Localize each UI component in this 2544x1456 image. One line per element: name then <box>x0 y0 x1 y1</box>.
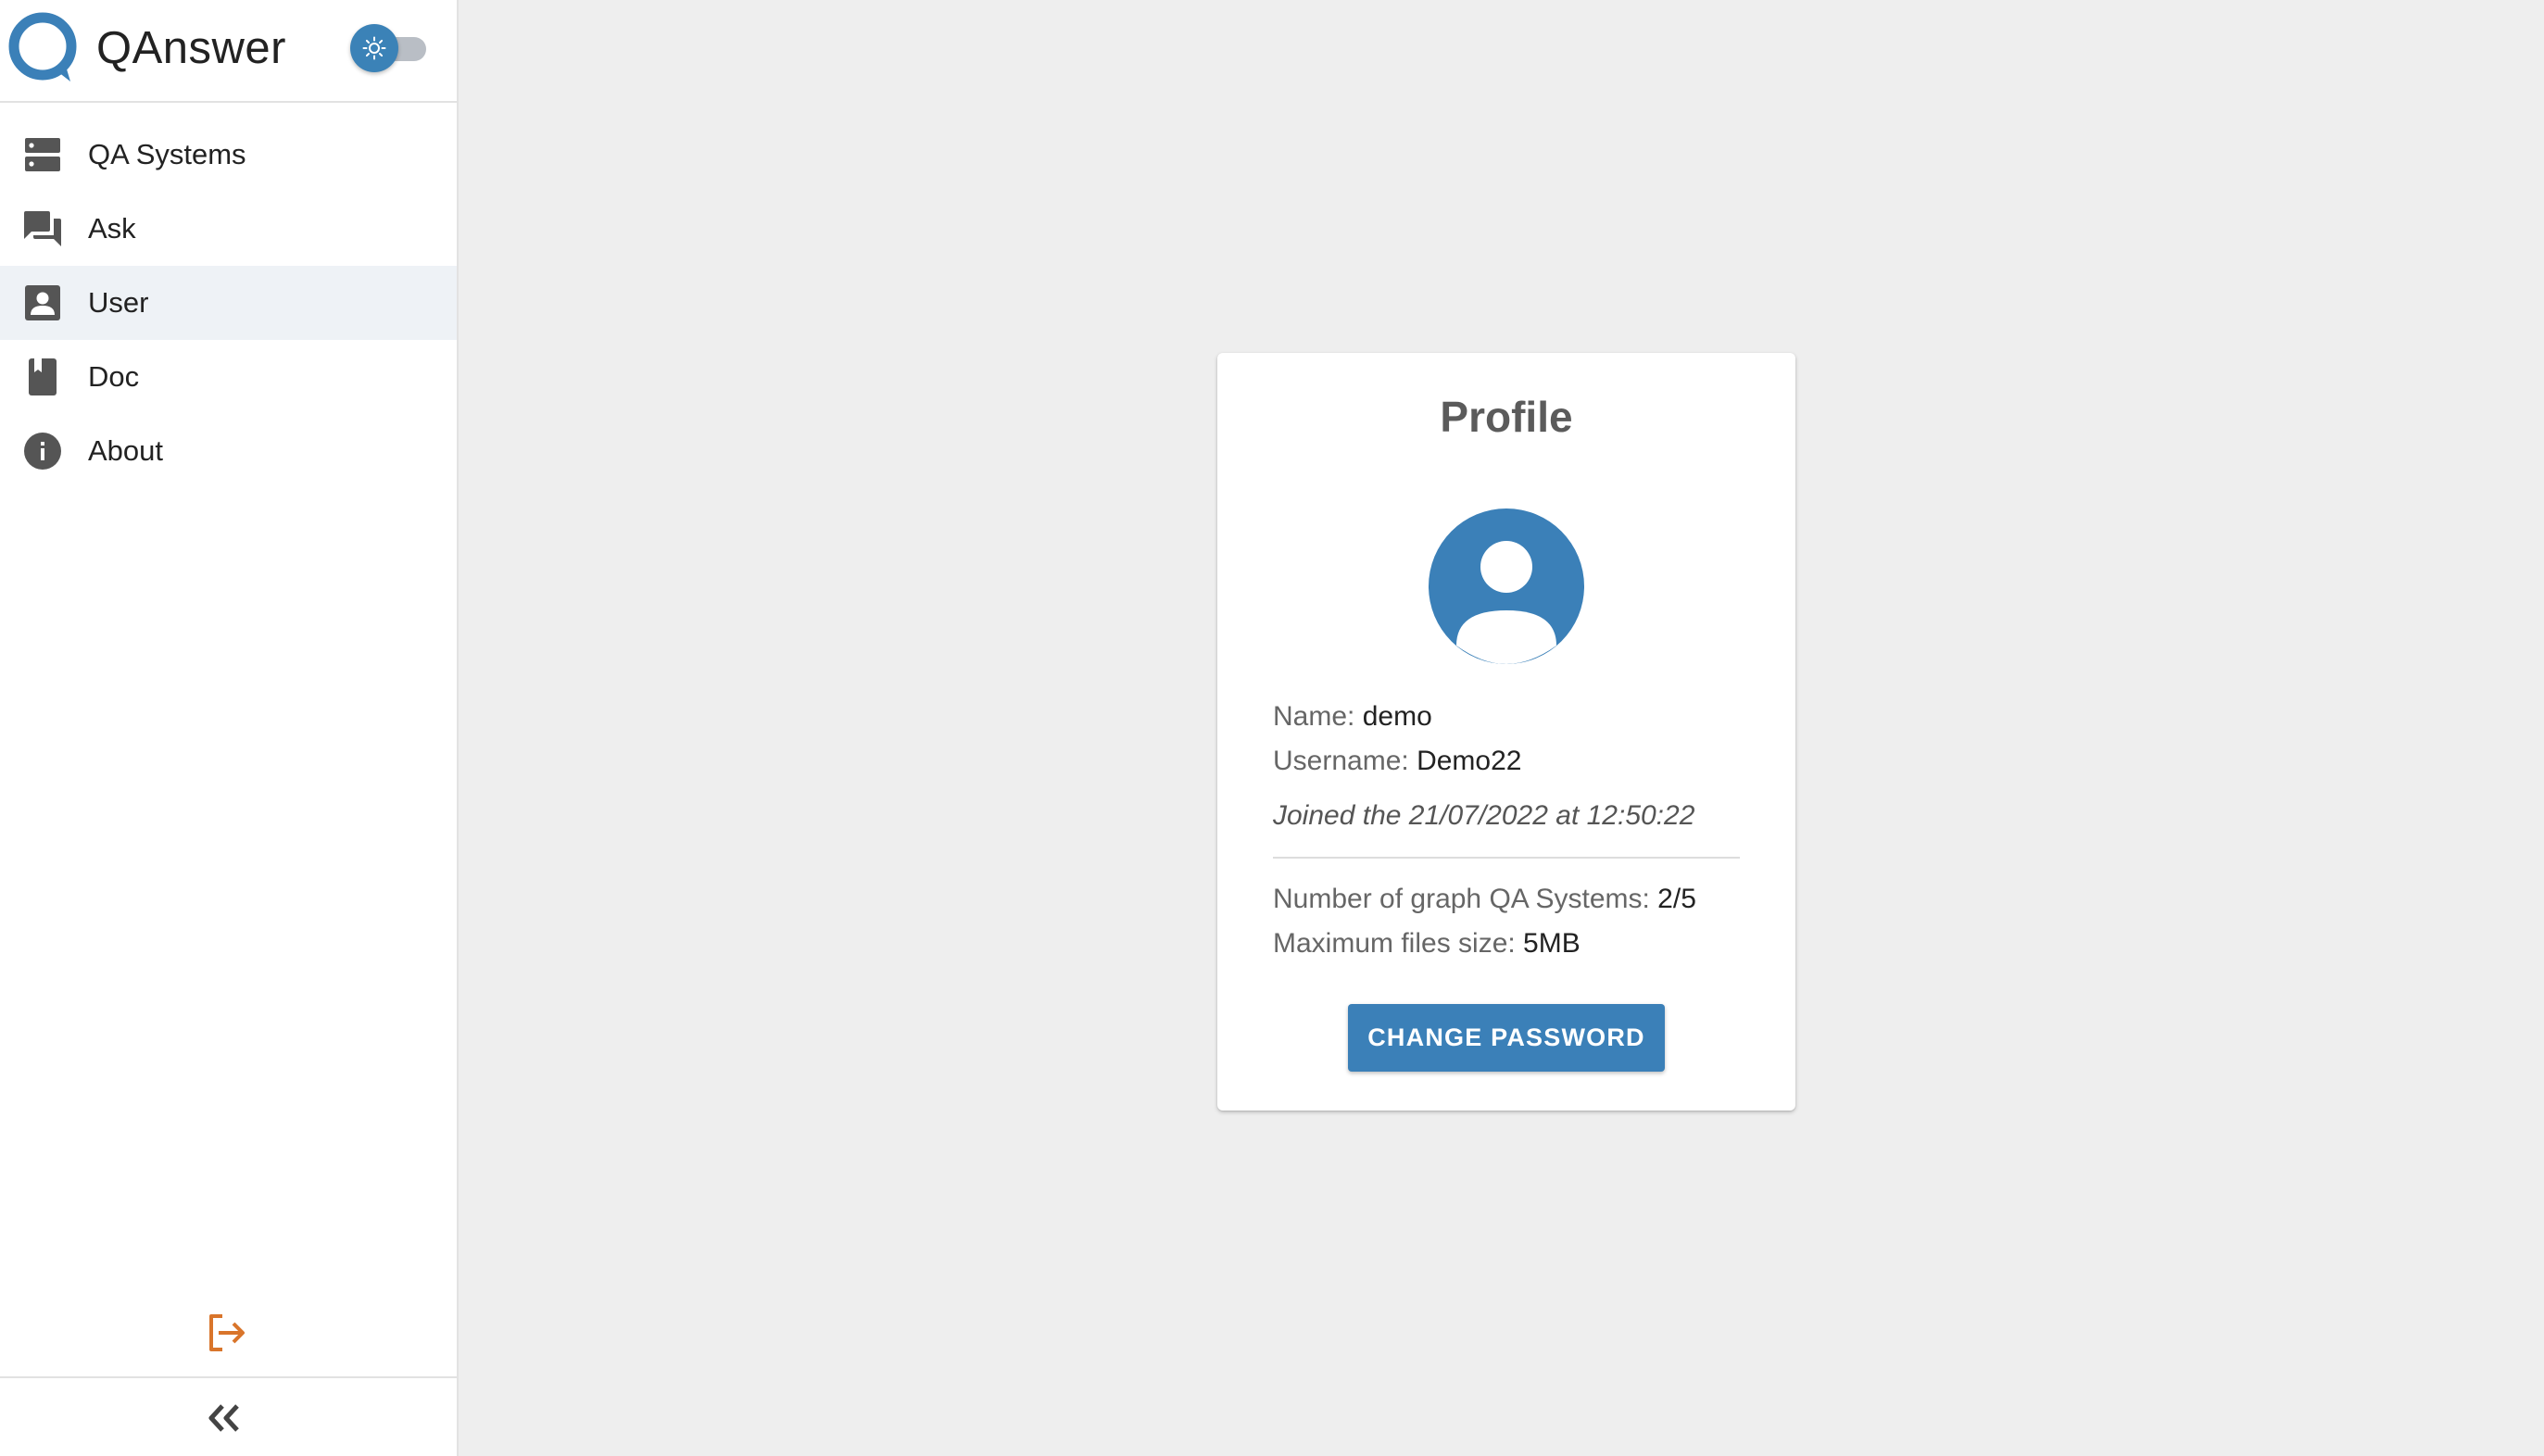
graph-qa-systems-label: Number of graph QA Systems: <box>1273 884 1658 914</box>
max-file-size-label: Maximum files size: <box>1273 928 1524 959</box>
info-icon <box>23 432 62 471</box>
sun-icon <box>362 36 386 60</box>
change-password-button[interactable]: CHANGE PASSWORD <box>1348 1004 1665 1072</box>
theme-toggle[interactable] <box>350 22 428 74</box>
profile-title: Profile <box>1440 393 1573 441</box>
sidebar-item-label: QA Systems <box>88 138 246 170</box>
max-file-size-value: 5MB <box>1523 928 1581 959</box>
main-content: Profile Name: demo Username: Demo22 Join… <box>459 0 2544 1456</box>
joined-date: Joined the 21/07/2022 at 12:50:22 <box>1273 800 1695 831</box>
sidebar-item-label: Doc <box>88 360 140 393</box>
name-row: Name: demo <box>1273 701 1432 733</box>
logout-icon <box>209 1314 245 1351</box>
sidebar-footer <box>0 1376 457 1456</box>
username-label: Username: <box>1273 746 1417 776</box>
book-icon <box>23 358 62 396</box>
sidebar-item-label: About <box>88 434 164 467</box>
sidebar: QAnswer QA Systems Ask User Doc About <box>0 0 459 1456</box>
sidebar-item-label: Ask <box>88 212 136 245</box>
sidebar-header: QAnswer <box>0 0 457 103</box>
forum-icon <box>23 209 62 248</box>
double-chevron-left-icon <box>208 1404 239 1432</box>
sidebar-item-ask[interactable]: Ask <box>0 192 457 266</box>
sidebar-item-label: User <box>88 286 149 319</box>
qanswer-logo-icon <box>8 12 77 82</box>
max-file-size-row: Maximum files size: 5MB <box>1273 928 1581 960</box>
name-label: Name: <box>1273 701 1363 732</box>
app-title: QAnswer <box>96 23 287 73</box>
toggle-thumb <box>350 24 398 72</box>
sidebar-item-doc[interactable]: Doc <box>0 340 457 414</box>
account-circle-icon <box>1429 508 1584 664</box>
divider <box>1273 857 1740 859</box>
sidebar-nav: QA Systems Ask User Doc About <box>0 118 457 488</box>
sidebar-item-qa-systems[interactable]: QA Systems <box>0 118 457 192</box>
storage-icon <box>23 135 62 174</box>
name-value: demo <box>1362 701 1432 732</box>
profile-card: Profile Name: demo Username: Demo22 Join… <box>1217 353 1795 1111</box>
username-value: Demo22 <box>1417 746 1522 776</box>
sidebar-item-about[interactable]: About <box>0 414 457 488</box>
graph-qa-systems-value: 2/5 <box>1657 884 1696 914</box>
logout-button[interactable] <box>204 1311 248 1355</box>
collapse-sidebar-button[interactable] <box>206 1399 245 1437</box>
sidebar-item-user[interactable]: User <box>0 266 457 340</box>
account-box-icon <box>23 283 62 322</box>
username-row: Username: Demo22 <box>1273 746 1521 777</box>
graph-qa-systems-row: Number of graph QA Systems: 2/5 <box>1273 884 1696 915</box>
